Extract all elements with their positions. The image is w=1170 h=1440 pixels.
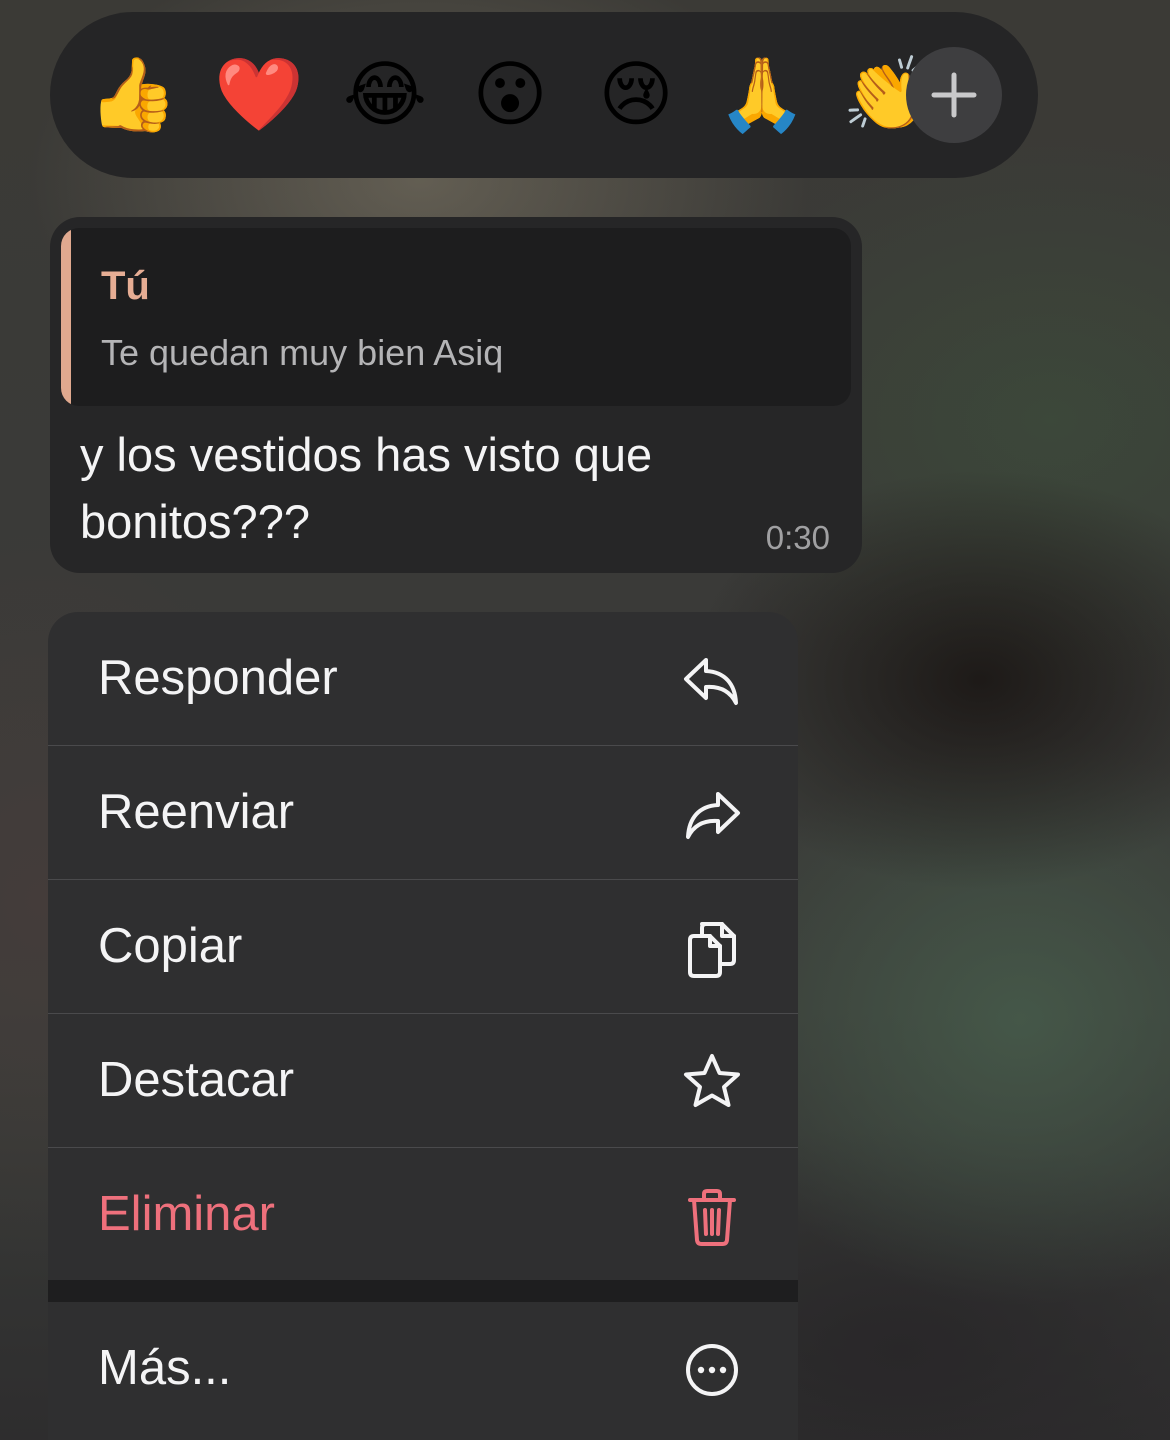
menu-item-reply[interactable]: Responder <box>48 612 798 746</box>
menu-item-forward[interactable]: Reenviar <box>48 746 798 880</box>
menu-item-delete[interactable]: Eliminar <box>48 1148 798 1281</box>
quote-text: Te quedan muy bien Asiq <box>101 332 504 373</box>
tears-of-joy-emoji[interactable]: 😂 <box>340 50 430 140</box>
menu-section-divider <box>48 1280 798 1302</box>
message-bubble[interactable]: Tú Te quedan muy bien Asiq y los vestido… <box>50 217 862 573</box>
reply-icon <box>680 648 744 712</box>
menu-item-more[interactable]: Más... <box>48 1302 798 1435</box>
menu-item-copy[interactable]: Copiar <box>48 880 798 1014</box>
add-reaction-button[interactable] <box>906 47 1002 143</box>
quoted-message[interactable]: Tú Te quedan muy bien Asiq <box>61 228 851 406</box>
red-heart-emoji[interactable]: ❤️ <box>214 50 304 140</box>
more-icon <box>680 1338 744 1402</box>
menu-item-label: Reenviar <box>98 785 295 839</box>
star-icon <box>680 1050 744 1114</box>
copy-icon <box>680 916 744 980</box>
menu-item-star[interactable]: Destacar <box>48 1014 798 1148</box>
reaction-bar: 👍 ❤️ 😂 😮 😢 🙏 👏 <box>50 12 1038 178</box>
forward-icon <box>680 782 744 846</box>
quote-accent-bar <box>61 228 71 406</box>
trash-icon <box>680 1184 744 1248</box>
message-timestamp: 0:30 <box>765 519 830 556</box>
quote-author: Tú <box>101 264 150 308</box>
crying-face-emoji[interactable]: 😢 <box>591 50 681 140</box>
message-text: y los vestidos has visto que bonitos??? <box>80 428 653 548</box>
menu-item-label: Destacar <box>98 1053 295 1107</box>
thumbs-up-emoji[interactable]: 👍 <box>88 50 178 140</box>
menu-item-label: Eliminar <box>98 1187 275 1241</box>
message-context-menu: Responder Reenviar Copiar Destacar Elimi… <box>48 612 798 1440</box>
menu-item-label: Copiar <box>98 919 243 973</box>
menu-item-label: Responder <box>98 651 338 705</box>
surprised-face-emoji[interactable]: 😮 <box>465 50 555 140</box>
folded-hands-emoji[interactable]: 🙏 <box>717 50 807 140</box>
menu-item-label: Más... <box>98 1341 232 1395</box>
plus-icon <box>931 72 977 118</box>
